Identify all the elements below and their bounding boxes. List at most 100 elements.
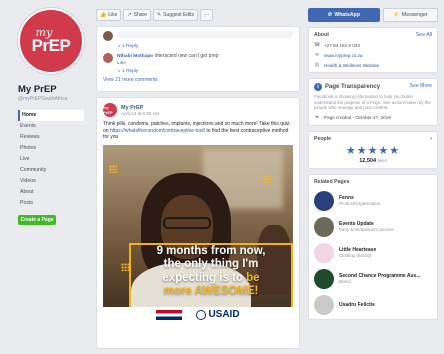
suggest-edits-label: Suggest Edits (163, 12, 195, 18)
about-card: About See All ☎ +27 84 182 9 033 ⊕ www.mypr… (308, 27, 438, 73)
transparency-title: Page Transparency (325, 84, 381, 90)
related-page-item[interactable]: Little Heartease Clothing (Brand) (314, 242, 432, 263)
chevron-right-icon[interactable]: › (430, 136, 432, 142)
phone-icon: ☎ (314, 42, 321, 48)
related-page-category: Clothing (Brand) (339, 253, 371, 258)
thumbs-up-icon: 👍 (100, 12, 107, 18)
view-more-comments-link[interactable]: View 21 more comments (103, 77, 293, 83)
rating-stars: ★★★★★ (345, 144, 401, 157)
page-avatar[interactable]: my PrEP (18, 8, 84, 74)
comment-reply-link[interactable]: ↳ 1 Reply (117, 43, 293, 49)
about-title: About (314, 32, 329, 38)
quote-line-3-b: be (246, 271, 260, 284)
post-author-avatar[interactable]: my PrEP (103, 103, 117, 117)
more-options-button[interactable]: ··· (200, 9, 214, 21)
post-card: my PrEP My PrEP April 13 at 6:00 AM Thin… (96, 97, 300, 349)
comment-bubble (117, 31, 293, 38)
comment-reply-link[interactable]: ↳ 1 Reply (117, 68, 293, 74)
see-more-link[interactable]: See More (410, 83, 433, 91)
quote-line-1: 9 months from now, (156, 244, 266, 257)
nav-events[interactable]: Events (18, 121, 84, 132)
like-label: Like (108, 12, 118, 18)
related-page-item[interactable]: Fenns Product/Organization (314, 190, 432, 211)
flag-logo (156, 309, 183, 320)
nav-reviews[interactable]: Reviews (18, 132, 84, 143)
post-header: my PrEP My PrEP April 13 at 6:00 AM (103, 103, 293, 117)
nav-videos[interactable]: Videos (18, 176, 84, 187)
whatsapp-label: WhatsApp (334, 12, 360, 18)
comment-row: Nthabi Mothapo interacted new can't get … (103, 53, 293, 66)
post-image[interactable]: 9 months from now, the only thing I'm ex… (103, 144, 293, 323)
info-icon: i (314, 83, 322, 91)
image-quote: 9 months from now, the only thing I'm ex… (131, 245, 291, 299)
related-page-name: Second Chance Programme Aus... (339, 273, 421, 279)
left-nav: Home Events Reviews Photos Live Communit… (18, 110, 84, 209)
comments-card: ↳ 1 Reply Nthabi Mothapo interacted new … (96, 26, 300, 92)
messenger-label: Messenger (401, 12, 428, 18)
right-column: ✆ WhatsApp ⚡ Messenger About See All ☎ +27 8… (308, 8, 438, 320)
commenter-avatar[interactable] (103, 53, 113, 63)
image-glasses (163, 216, 211, 229)
nav-photos[interactable]: Photos (18, 143, 84, 154)
reply-count: 1 Reply (122, 69, 139, 74)
post-timestamp[interactable]: April 13 at 6:00 AM (121, 111, 159, 116)
page-title[interactable]: My PrEP (18, 84, 84, 95)
share-label: Share (133, 12, 147, 18)
related-page-avatar (314, 268, 334, 289)
related-title: Related Pages (314, 178, 350, 185)
see-all-link[interactable]: See All (416, 32, 432, 38)
flag-icon: ⚑ (314, 114, 320, 121)
messenger-button[interactable]: ⚡ Messenger (383, 8, 438, 22)
related-page-item[interactable]: Second Chance Programme Aus... Brand (314, 268, 432, 289)
share-page-button[interactable]: ↗ Share (123, 9, 151, 21)
people-title: People (314, 135, 332, 142)
nav-live[interactable]: Live (18, 154, 84, 165)
related-pages-card: Related Pages Fenns Product/Organization … (308, 173, 438, 320)
quote-line-4: more AWESOME! (163, 285, 259, 297)
category-link[interactable]: Health & Wellness Website (324, 63, 379, 68)
related-page-category: Brand (339, 279, 351, 284)
related-page-item[interactable]: Events Update Party Entertainment Service (314, 216, 432, 237)
related-page-name: Usadru Felicite (339, 301, 375, 308)
avatar-text-prep: PrEP (31, 36, 71, 55)
contact-buttons: ✆ WhatsApp ⚡ Messenger (308, 8, 438, 22)
comment-like-link[interactable]: Like (117, 61, 219, 66)
related-page-item[interactable]: Usadru Felicite (314, 294, 432, 315)
people-card: People › ★★★★★ 12,504 likes (308, 130, 438, 169)
messenger-icon: ⚡ (393, 12, 400, 18)
post-link[interactable]: https://whatsthecondom/contraceptive-too… (110, 128, 205, 134)
usaid-text: USAID (208, 309, 240, 320)
decor-dots (263, 174, 271, 183)
share-icon: ↗ (127, 12, 132, 18)
quote-line-3: expecting is to be (131, 272, 291, 286)
usaid-seal-icon (196, 309, 207, 320)
nav-community[interactable]: Community (18, 165, 84, 176)
nav-home[interactable]: Home (18, 110, 84, 121)
like-count: 12,504 likes (314, 158, 432, 164)
like-page-button[interactable]: 👍 Like (96, 9, 122, 21)
page-handle[interactable]: @myPrEPSouthAfrica (18, 96, 84, 102)
whatsapp-button[interactable]: ✆ WhatsApp (308, 8, 380, 22)
comment-row (103, 31, 293, 41)
nav-about[interactable]: About (18, 187, 84, 198)
suggest-edits-button[interactable]: ✎ Suggest Edits (152, 9, 199, 21)
related-page-avatar (314, 190, 334, 211)
related-page-avatar (314, 242, 334, 263)
nav-posts[interactable]: Posts (18, 198, 84, 209)
comment-text: interacted new can't get prep (154, 53, 219, 59)
website-link[interactable]: www.myprep.co.za (324, 53, 363, 58)
commenter-name[interactable]: Nthabi Mothapo (117, 54, 153, 59)
related-page-avatar (314, 216, 334, 237)
related-page-category: Party Entertainment Service (339, 227, 394, 232)
phone-number[interactable]: +27 84 182 9 033 (324, 43, 360, 48)
globe-icon: ⊕ (314, 52, 320, 58)
commenter-avatar[interactable] (103, 31, 113, 41)
left-column: my PrEP My PrEP @myPrEPSouthAfrica Home … (18, 8, 84, 225)
create-page-button[interactable]: Create a Page (18, 215, 56, 225)
quote-line-3-a: expecting is to (162, 271, 247, 284)
post-text: Think pills, condoms, patches, implants,… (103, 121, 293, 141)
sponsor-logos: USAID (103, 306, 293, 323)
category-icon: ▤ (314, 62, 320, 68)
related-page-avatar (314, 294, 334, 315)
transparency-text: Facebook is showing information to help … (314, 94, 431, 110)
